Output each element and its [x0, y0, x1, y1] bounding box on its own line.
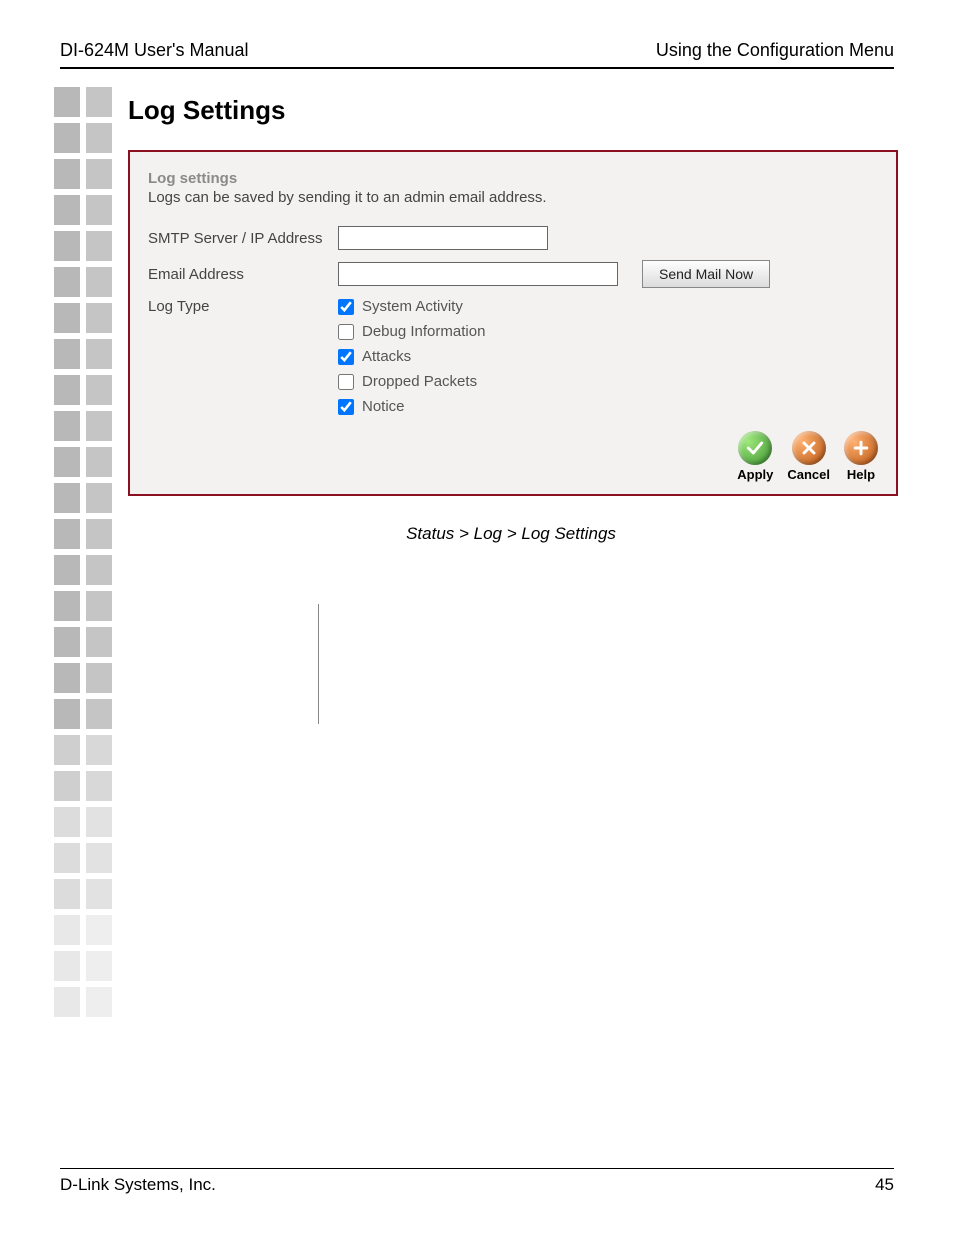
decor-square [54, 807, 80, 837]
decor-square [54, 519, 80, 549]
decor-square [54, 375, 80, 405]
decor-square [54, 123, 80, 153]
footer-page: 45 [875, 1175, 894, 1195]
smtp-input[interactable] [338, 226, 548, 250]
decor-square [86, 411, 112, 441]
decor-square [86, 447, 112, 477]
page-header: DI-624M User's Manual Using the Configur… [60, 40, 894, 69]
decor-square [54, 195, 80, 225]
decor-square [54, 879, 80, 909]
email-label: Email Address [148, 266, 338, 283]
help-button[interactable]: Help [844, 431, 878, 482]
decor-square [86, 987, 112, 1017]
decor-square [54, 411, 80, 441]
decor-square [86, 591, 112, 621]
apply-button[interactable]: Apply [737, 431, 773, 482]
decor-square [86, 915, 112, 945]
x-icon [792, 431, 826, 465]
decor-square [86, 663, 112, 693]
logtype-row: System Activity [338, 298, 485, 315]
logtype-label-text: Dropped Packets [362, 373, 477, 390]
decor-square [54, 699, 80, 729]
plus-icon [844, 431, 878, 465]
decor-square [54, 951, 80, 981]
logtype-options: System Activity Debug Information Attacks D… [338, 298, 485, 415]
figure-caption: Status > Log > Log Settings [128, 524, 894, 544]
header-right: Using the Configuration Menu [656, 40, 894, 61]
decor-square [86, 807, 112, 837]
smtp-label: SMTP Server / IP Address [148, 230, 338, 247]
decor-square [54, 87, 80, 117]
decor-square [86, 159, 112, 189]
logtype-label-text: System Activity [362, 298, 463, 315]
logtype-row: Debug Information [338, 323, 485, 340]
send-mail-button[interactable]: Send Mail Now [642, 260, 770, 288]
decorative-sidebar [54, 87, 114, 1023]
decor-square [86, 843, 112, 873]
decor-square [54, 159, 80, 189]
logtype-checkbox-3[interactable] [338, 374, 354, 390]
decor-square [86, 519, 112, 549]
decor-square [54, 627, 80, 657]
decor-square [86, 483, 112, 513]
decor-square [54, 231, 80, 261]
decor-square [86, 87, 112, 117]
action-row: Apply Cancel Help [148, 431, 878, 482]
decor-square [54, 915, 80, 945]
cancel-label: Cancel [787, 467, 830, 482]
logtype-checkbox-2[interactable] [338, 349, 354, 365]
logtype-label-text: Attacks [362, 348, 411, 365]
decor-square [86, 951, 112, 981]
help-label: Help [847, 467, 875, 482]
decor-square [54, 987, 80, 1017]
panel-description: Logs can be saved by sending it to an ad… [148, 189, 878, 206]
decor-square [86, 339, 112, 369]
apply-label: Apply [737, 467, 773, 482]
decor-square [54, 447, 80, 477]
decor-square [54, 267, 80, 297]
decor-square [86, 195, 112, 225]
decor-square [86, 699, 112, 729]
page-footer: D-Link Systems, Inc. 45 [60, 1168, 894, 1195]
logtype-row: Dropped Packets [338, 373, 485, 390]
decor-square [54, 591, 80, 621]
email-input[interactable] [338, 262, 618, 286]
decor-square [86, 123, 112, 153]
decor-square [54, 303, 80, 333]
decor-square [54, 843, 80, 873]
decor-square [86, 303, 112, 333]
decor-square [54, 771, 80, 801]
decor-square [86, 627, 112, 657]
panel-subtitle: Log settings [148, 170, 878, 187]
log-settings-panel: Log settings Logs can be saved by sendin… [128, 150, 898, 496]
logtype-label-text: Notice [362, 398, 405, 415]
decor-square [86, 735, 112, 765]
section-title: Log Settings [128, 95, 894, 126]
decor-square [54, 483, 80, 513]
vertical-divider [318, 604, 319, 724]
check-icon [738, 431, 772, 465]
logtype-checkbox-0[interactable] [338, 299, 354, 315]
decor-square [86, 375, 112, 405]
decor-square [54, 339, 80, 369]
decor-square [54, 663, 80, 693]
decor-square [54, 735, 80, 765]
logtype-row: Notice [338, 398, 485, 415]
decor-square [86, 231, 112, 261]
decor-square [54, 555, 80, 585]
footer-left: D-Link Systems, Inc. [60, 1175, 216, 1195]
logtype-label: Log Type [148, 298, 338, 315]
decor-square [86, 771, 112, 801]
decor-square [86, 267, 112, 297]
logtype-checkbox-1[interactable] [338, 324, 354, 340]
header-left: DI-624M User's Manual [60, 40, 249, 61]
decor-square [86, 555, 112, 585]
decor-square [86, 879, 112, 909]
logtype-row: Attacks [338, 348, 485, 365]
logtype-checkbox-4[interactable] [338, 399, 354, 415]
logtype-label-text: Debug Information [362, 323, 485, 340]
cancel-button[interactable]: Cancel [787, 431, 830, 482]
